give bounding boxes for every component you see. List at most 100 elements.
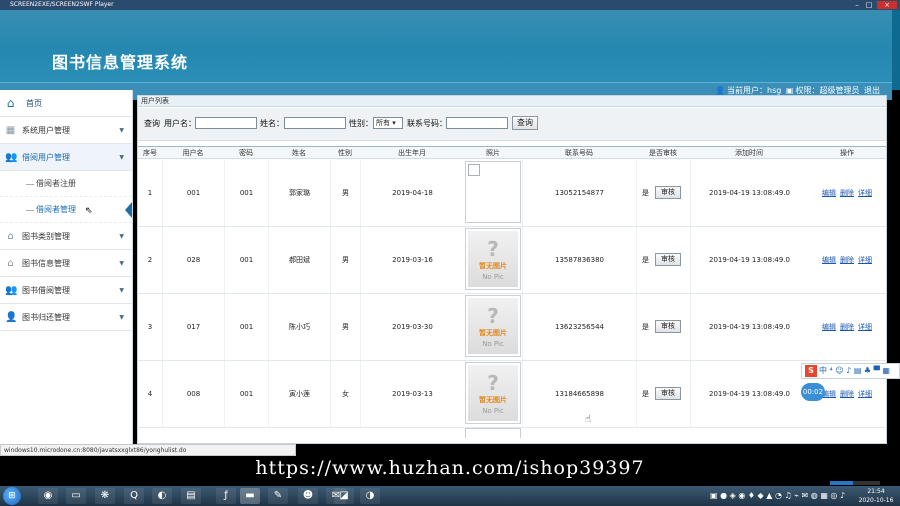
clock-time: 21:54: [867, 488, 885, 495]
phone-input[interactable]: [446, 117, 508, 129]
col-header: 用户名: [182, 149, 204, 157]
audit-button[interactable]: 审核: [655, 320, 681, 333]
cell-password: 001: [224, 294, 268, 360]
cell-password: 001: [224, 160, 268, 226]
chat-icon[interactable]: ◪: [334, 488, 354, 504]
delete-link[interactable]: 删除: [840, 189, 854, 197]
query-button[interactable]: 查询: [512, 116, 538, 130]
browser-status-url: windows10.microdone.cn:8080/javatsxxglxt…: [0, 444, 296, 456]
cell-no: 2: [147, 256, 153, 264]
player-icon[interactable]: ◑: [360, 488, 380, 504]
tool-icon[interactable]: ✎: [268, 488, 288, 504]
start-button[interactable]: ⊞: [3, 487, 21, 505]
user-photo: ? 暂无图片 No Pic: [465, 295, 521, 357]
nav-book-borrow[interactable]: 👥 图书借阅管理 ▼: [0, 277, 132, 304]
no-pic-placeholder: ? 暂无图片 No Pic: [468, 365, 518, 421]
detail-link[interactable]: 详细: [858, 390, 872, 398]
cell-gender: 男: [330, 160, 360, 226]
edit-link[interactable]: 编辑: [822, 323, 836, 331]
detail-link[interactable]: 详细: [858, 323, 872, 331]
cell-phone: 13184665898: [522, 361, 636, 427]
broken-image-icon: [465, 161, 521, 223]
ime-toolbar[interactable]: S中 ⁴ ☺ ♪ ▤ ♣ ▀ ▦: [801, 363, 900, 379]
media-icon[interactable]: ▭: [66, 488, 86, 504]
cell-name: 陈小巧: [268, 294, 330, 360]
cell-phone: 13587836380: [522, 227, 636, 293]
delete-link[interactable]: 删除: [840, 256, 854, 264]
table-row: 3 017 001 陈小巧男 2019-03-30 13623256544 2019-04-…: [138, 294, 886, 361]
panel-title: 用户列表: [138, 96, 886, 107]
username-input[interactable]: [195, 117, 257, 129]
nav-home[interactable]: ⌂ 首页: [0, 90, 132, 117]
detail-link[interactable]: 详细: [858, 256, 872, 264]
table-row: 2 028 001 郝田斌男 2019-03-16 13587836380 2019-04-…: [138, 227, 886, 294]
player-progress-bar[interactable]: [830, 481, 880, 485]
gender-select[interactable]: 所有 ▾: [373, 117, 403, 129]
nav-system-users[interactable]: ▦ 系统用户管理 ▼: [0, 117, 132, 144]
audit-button[interactable]: 审核: [655, 186, 681, 199]
header-gloss: [0, 10, 900, 50]
header-edge: [892, 10, 900, 90]
q-icon[interactable]: Q: [124, 488, 144, 504]
no-pic-subtext: No Pic: [482, 273, 504, 281]
nav-book-category[interactable]: ⌂ 图书类别管理 ▼: [0, 223, 132, 250]
sogou-icon: S: [805, 365, 817, 377]
home-icon: ⌂: [7, 258, 14, 269]
clock[interactable]: 21:54 2020-10-16: [856, 487, 896, 505]
nav-label: 图书信息管理: [22, 259, 70, 268]
player-progress-fill: [830, 481, 853, 485]
people-icon[interactable]: ❋: [95, 488, 115, 504]
nav-home-label: 首页: [26, 99, 42, 108]
minimize-icon[interactable]: –: [852, 1, 862, 9]
penguin-icon[interactable]: ☻: [298, 488, 318, 504]
nav-label: 图书借阅管理: [22, 286, 70, 295]
cell-phone: 13052154877: [522, 160, 636, 226]
system-tray[interactable]: ▣ ● ◈ ◉ ♦ ◆ ▲ ◔ ♫ ⌁ ✉ ◍ ▦ ◎ ♪: [710, 489, 850, 503]
table-row: 4 008 001 寅小莲女 2019-03-13 13184665898 2019-04-…: [138, 361, 886, 428]
delete-link[interactable]: 删除: [840, 323, 854, 331]
folder-icon[interactable]: ▬: [240, 488, 260, 504]
nav-label: 图书归还管理: [22, 313, 70, 322]
no-pic-placeholder: ? 暂无图片 No Pic: [468, 298, 518, 354]
user-photo: ? 暂无图片 No Pic: [465, 228, 521, 290]
chart-icon[interactable]: ▤: [181, 488, 201, 504]
flash-icon[interactable]: ƒ: [216, 488, 236, 504]
cell-added: 2019-04-19 13:08:49.0: [690, 361, 808, 427]
audit-button[interactable]: 审核: [655, 253, 681, 266]
subnav-borrower-register[interactable]: 借阅者注册: [0, 171, 132, 197]
chrome-icon[interactable]: ◉: [38, 488, 58, 504]
close-icon[interactable]: ×: [877, 1, 897, 9]
no-pic-text: 暂无图片: [479, 262, 507, 270]
name-input[interactable]: [284, 117, 346, 129]
detail-link[interactable]: 详细: [858, 189, 872, 197]
no-pic-subtext: No Pic: [482, 407, 504, 415]
no-pic-text: 暂无图片: [479, 329, 507, 337]
nav-book-info[interactable]: ⌂ 图书信息管理 ▼: [0, 250, 132, 277]
floating-bubble[interactable]: 00:02: [801, 383, 825, 401]
col-header: 密码: [239, 149, 253, 157]
user-photo: ? 暂无图片 No Pic: [465, 362, 521, 424]
delete-link[interactable]: 删除: [840, 390, 854, 398]
logout-link[interactable]: 退出: [864, 86, 880, 95]
edit-link[interactable]: 编辑: [822, 256, 836, 264]
cell-name: 郝田斌: [268, 227, 330, 293]
current-user: 当前用户：hsg: [727, 86, 782, 95]
chevron-down-icon: ▼: [119, 260, 124, 267]
col-header: 序号: [143, 149, 157, 157]
cell-username: 008: [162, 361, 224, 427]
maximize-icon[interactable]: □: [864, 1, 874, 9]
col-header: 是否审核: [649, 149, 677, 157]
audit-button[interactable]: 审核: [655, 387, 681, 400]
phone-label: 联系号码：: [407, 119, 447, 128]
edit-link[interactable]: 编辑: [822, 189, 836, 197]
nav-borrow-users[interactable]: 👥 借阅用户管理 ▼: [0, 144, 132, 171]
cell-no: 3: [147, 323, 153, 331]
cell-no: 1: [147, 189, 153, 197]
window-titlebar: SCREEN2EXE/SCREEN2SWF Player – □ ×: [0, 0, 900, 10]
subnav-borrower-manage[interactable]: 借阅者管理: [0, 197, 132, 223]
cell-username: 028: [162, 227, 224, 293]
cell-added: 2019-04-19 13:08:49.0: [690, 227, 808, 293]
nav-book-return[interactable]: 👤 图书归还管理 ▼: [0, 304, 132, 331]
hand-cursor-icon: ☝: [585, 414, 592, 425]
game-icon[interactable]: ◐: [152, 488, 172, 504]
